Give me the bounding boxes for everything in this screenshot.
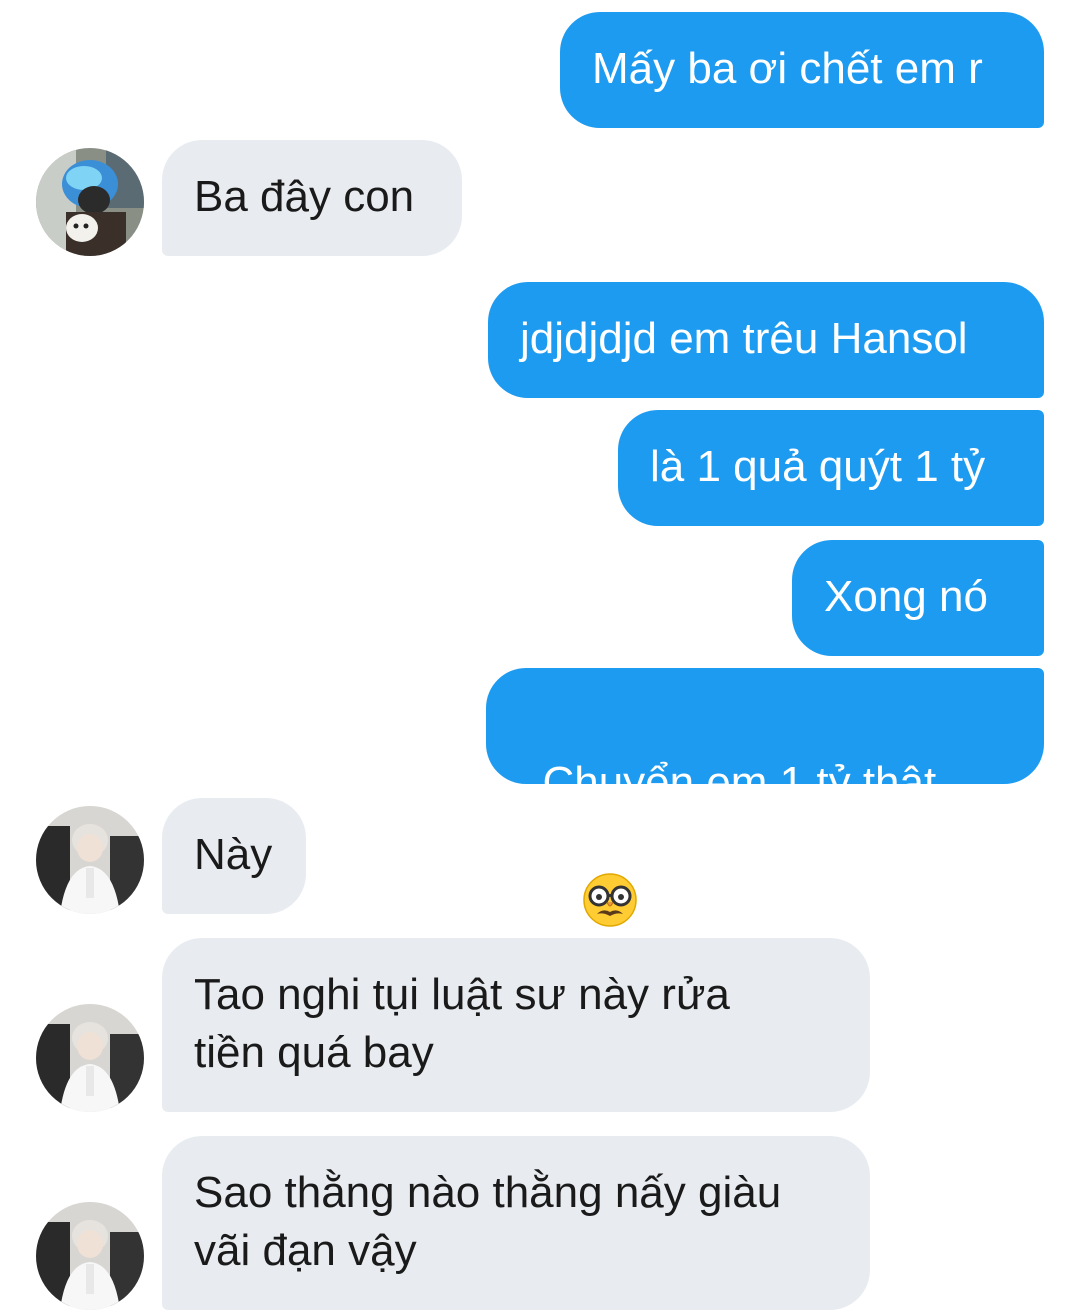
avatar-image	[36, 1202, 144, 1310]
incoming-message-bubble[interactable]: Tao nghi tụi luật sư này rửa tiền quá ba…	[162, 938, 870, 1112]
avatar-image	[36, 1004, 144, 1112]
avatar-image	[36, 806, 144, 914]
outgoing-message-bubble[interactable]: Xong nó	[792, 540, 1044, 656]
contact-avatar-white-outfit[interactable]	[36, 1004, 144, 1112]
incoming-message-bubble[interactable]: Ba đây con	[162, 140, 462, 256]
contact-avatar-white-outfit[interactable]	[36, 1202, 144, 1310]
contact-avatar-blue-hair[interactable]	[36, 148, 144, 256]
incoming-message-bubble[interactable]: Sao thằng nào thằng nấy giàu vãi đạn vậy	[162, 1136, 870, 1310]
contact-avatar-white-outfit[interactable]	[36, 806, 144, 914]
message-text: Chuyển em 1 tỷ thật	[542, 758, 937, 807]
outgoing-message-bubble[interactable]: là 1 quả quýt 1 tỷ	[618, 410, 1044, 526]
incoming-message-bubble[interactable]: Này	[162, 798, 306, 914]
avatar-image	[36, 148, 144, 256]
outgoing-message-bubble[interactable]: Chuyển em 1 tỷ thật	[486, 668, 1044, 927]
outgoing-message-bubble[interactable]: jdjdjdjd em trêu Hansol	[488, 282, 1044, 398]
outgoing-message-bubble[interactable]: Mấy ba ơi chết em r	[560, 12, 1044, 128]
